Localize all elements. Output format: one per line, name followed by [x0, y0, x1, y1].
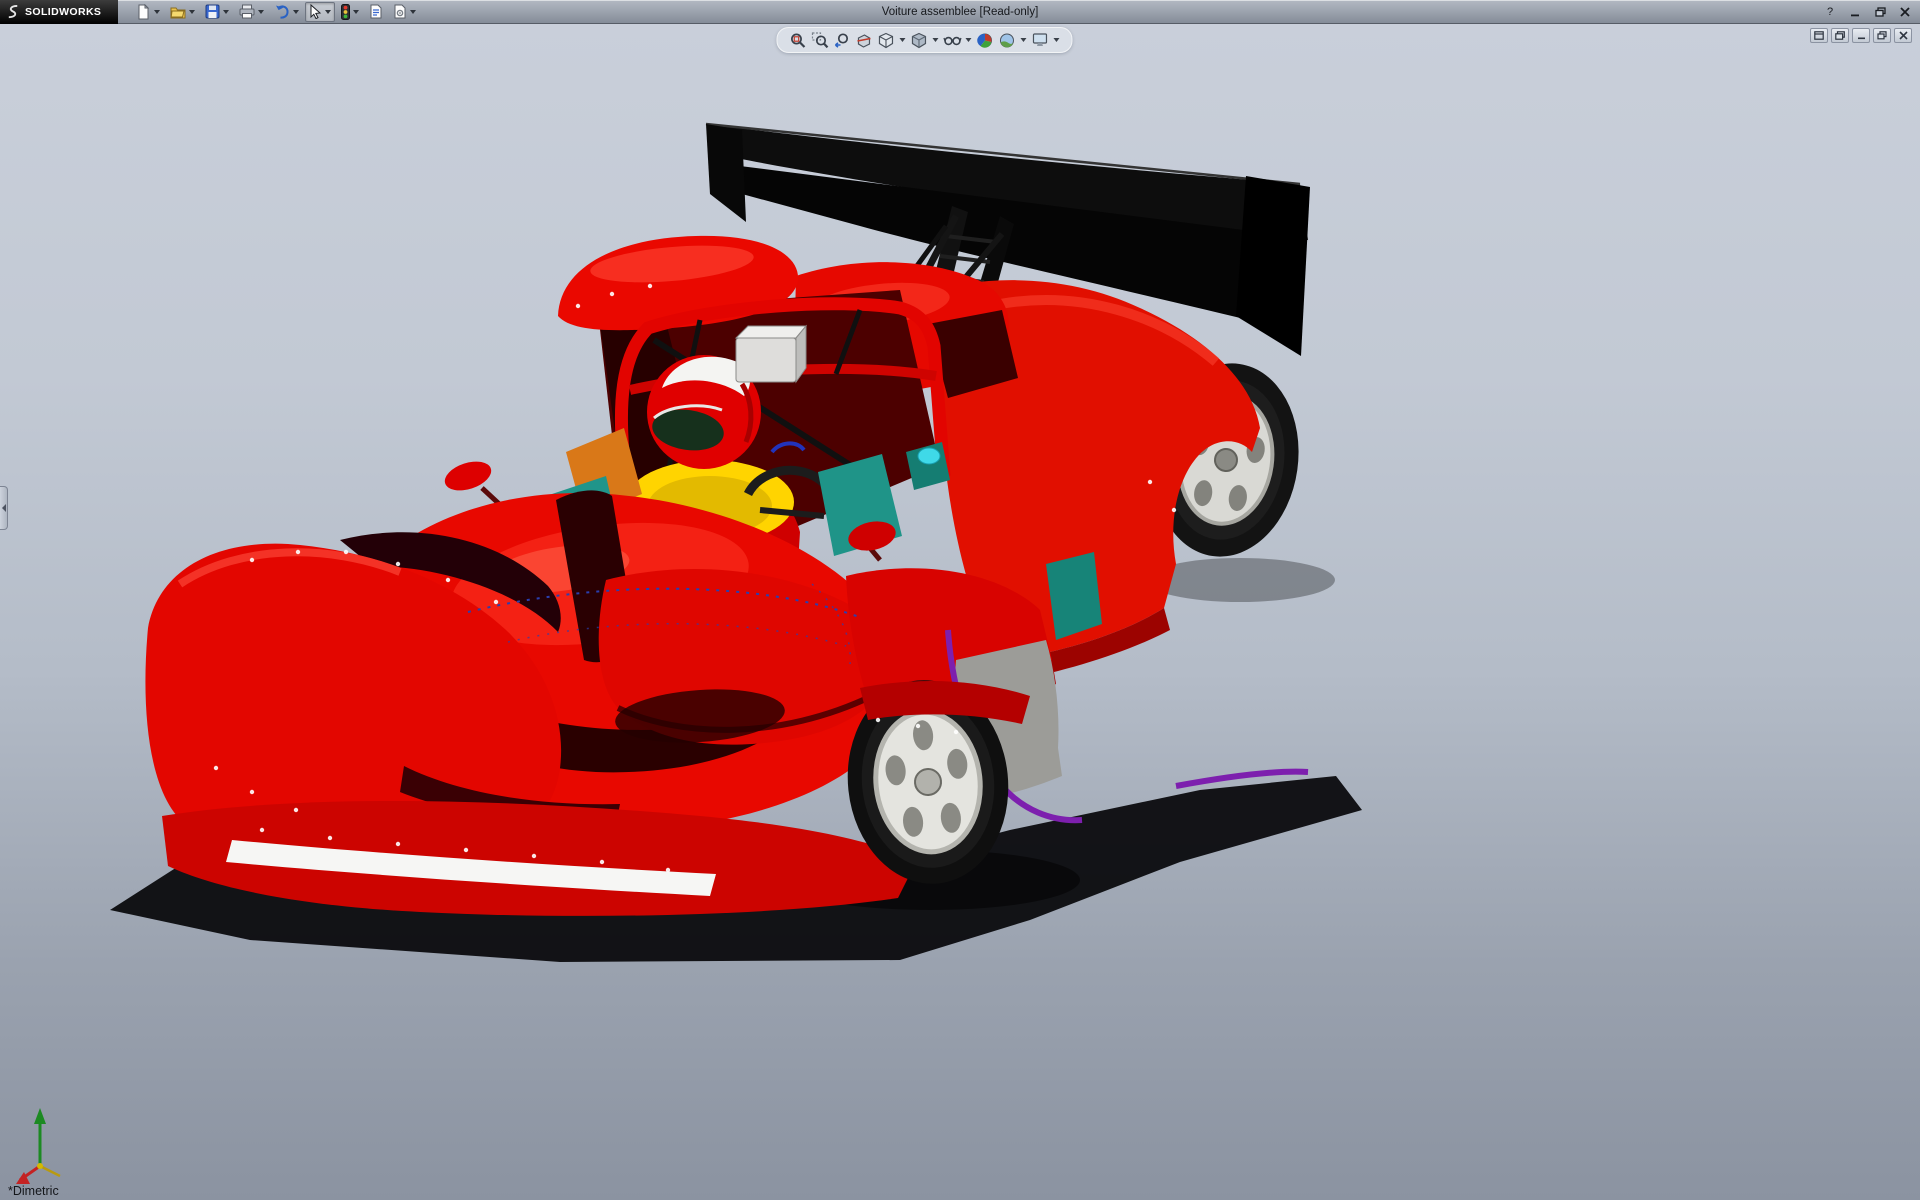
dropdown-chevron-icon[interactable] — [325, 10, 331, 14]
dropdown-chevron-icon[interactable] — [353, 10, 359, 14]
dash-box[interactable] — [736, 326, 806, 382]
print-button[interactable] — [235, 2, 268, 22]
model-canvas[interactable] — [0, 24, 1920, 1200]
zoom-to-area-button[interactable] — [809, 30, 830, 50]
file-properties-button[interactable] — [365, 2, 387, 22]
minimize-icon — [1857, 31, 1866, 40]
view-orientation-label: *Dimetric — [8, 1184, 59, 1198]
close-icon — [1899, 31, 1908, 40]
display-style-icon — [910, 32, 927, 49]
dropdown-chevron-icon[interactable] — [899, 38, 905, 42]
restore-icon — [1875, 7, 1886, 17]
zoom-to-fit-button[interactable] — [787, 30, 808, 50]
close-button[interactable] — [1894, 3, 1916, 21]
select-button[interactable] — [305, 2, 335, 22]
restore-icon — [1877, 31, 1887, 40]
options-icon — [393, 4, 407, 19]
cyan-light — [918, 448, 940, 464]
solidworks-logo: SOLIDWORKS — [0, 0, 118, 24]
dropdown-chevron-icon[interactable] — [258, 10, 264, 14]
printer-icon — [239, 4, 255, 19]
open-folder-icon — [170, 4, 186, 20]
eyeglasses-icon — [943, 32, 961, 48]
dropdown-chevron-icon[interactable] — [293, 10, 299, 14]
zoom-to-area-icon — [811, 32, 828, 49]
options-button[interactable] — [389, 2, 420, 22]
scene-ball-icon — [998, 32, 1015, 49]
open-button[interactable] — [166, 2, 199, 22]
view-settings-button[interactable] — [1029, 30, 1050, 50]
help-button[interactable]: ? — [1819, 3, 1841, 21]
view-orientation-button[interactable] — [875, 30, 896, 50]
section-view-icon — [855, 32, 872, 49]
save-disk-icon — [205, 4, 220, 19]
new-document-icon — [136, 4, 151, 20]
minimize-icon — [1850, 7, 1860, 17]
cascade-window-icon — [1835, 31, 1845, 40]
hide-show-items-button[interactable] — [941, 30, 962, 50]
tile-window-icon — [1814, 31, 1824, 40]
undo-button[interactable] — [270, 2, 303, 22]
dropdown-chevron-icon[interactable] — [965, 38, 971, 42]
view-orientation-cube-icon — [877, 32, 894, 49]
y-axis-arrow — [34, 1108, 46, 1124]
tile-window-button[interactable] — [1810, 28, 1828, 43]
section-view-button[interactable] — [853, 30, 874, 50]
solidworks-logo-icon — [6, 4, 21, 19]
document-window-controls — [1810, 28, 1912, 43]
edit-appearance-button[interactable] — [974, 30, 995, 50]
display-style-button[interactable] — [908, 30, 929, 50]
dropdown-chevron-icon[interactable] — [189, 10, 195, 14]
zoom-to-fit-icon — [789, 32, 806, 49]
view-settings-icon — [1031, 32, 1048, 48]
file-properties-icon — [369, 4, 383, 19]
doc-restore-button[interactable] — [1873, 28, 1891, 43]
doc-minimize-button[interactable] — [1852, 28, 1870, 43]
apply-scene-button[interactable] — [996, 30, 1017, 50]
rebuild-traffic-light-icon — [341, 4, 350, 20]
dropdown-chevron-icon[interactable] — [1053, 38, 1059, 42]
teal-side-panel[interactable] — [1046, 552, 1102, 640]
dropdown-chevron-icon[interactable] — [223, 10, 229, 14]
solidworks-window: SOLIDWORKS — [0, 0, 1920, 1200]
panel-collapse-handle[interactable] — [0, 486, 8, 530]
previous-view-icon — [833, 32, 850, 49]
dropdown-chevron-icon[interactable] — [154, 10, 160, 14]
heads-up-view-toolbar — [776, 27, 1072, 53]
select-cursor-icon — [309, 4, 322, 19]
reference-triad[interactable] — [16, 1108, 60, 1184]
window-controls: ? — [1819, 0, 1916, 24]
cascade-window-button[interactable] — [1831, 28, 1849, 43]
dropdown-chevron-icon[interactable] — [932, 38, 938, 42]
doc-close-button[interactable] — [1894, 28, 1912, 43]
minimize-button[interactable] — [1844, 3, 1866, 21]
brand-name: SOLIDWORKS — [25, 6, 101, 18]
graphics-area[interactable]: *Dimetric — [0, 24, 1920, 1200]
save-button[interactable] — [201, 2, 233, 22]
main-toolbar — [118, 2, 420, 22]
undo-arrow-icon — [274, 4, 290, 19]
collapse-arrow-icon — [2, 504, 6, 512]
restore-button[interactable] — [1869, 3, 1891, 21]
new-document-button[interactable] — [132, 2, 164, 22]
dropdown-chevron-icon[interactable] — [1020, 38, 1026, 42]
title-bar: SOLIDWORKS — [0, 0, 1920, 24]
appearance-ball-icon — [976, 32, 993, 49]
close-icon — [1900, 7, 1910, 17]
dropdown-chevron-icon[interactable] — [410, 10, 416, 14]
rebuild-button[interactable] — [337, 2, 363, 22]
previous-view-button[interactable] — [831, 30, 852, 50]
